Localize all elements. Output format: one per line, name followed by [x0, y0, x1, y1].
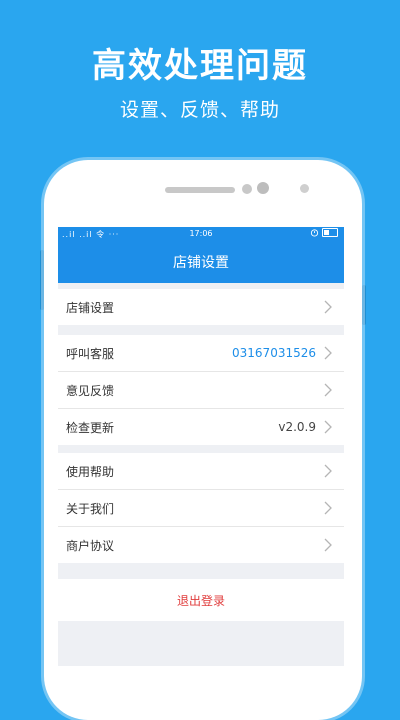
- service-phone-number: 03167031526: [232, 346, 316, 360]
- chevron-right-icon: [324, 538, 332, 552]
- phone-speaker: [165, 187, 235, 193]
- settings-group-info: 使用帮助 关于我们 商户协议: [58, 453, 344, 563]
- status-time: 17:06: [189, 229, 213, 238]
- version-value: v2.0.9: [278, 420, 316, 434]
- row-label: 店铺设置: [66, 300, 115, 315]
- row-label: 意见反馈: [66, 383, 115, 398]
- status-right: [310, 228, 338, 237]
- row-label: 关于我们: [66, 501, 115, 516]
- row-feedback[interactable]: 意见反馈: [58, 371, 344, 408]
- row-label: 检查更新: [66, 420, 115, 435]
- row-call-service[interactable]: 呼叫客服 03167031526: [58, 335, 344, 371]
- logout-label: 退出登录: [176, 593, 225, 608]
- chevron-right-icon: [324, 420, 332, 434]
- phone-camera-dot: [242, 184, 252, 194]
- row-merchant-agreement[interactable]: 商户协议: [58, 526, 344, 563]
- promo-title: 高效处理问题: [92, 46, 308, 86]
- row-usage-help[interactable]: 使用帮助: [58, 453, 344, 489]
- chevron-right-icon: [324, 346, 332, 360]
- promo-subtitle: 设置、反馈、帮助: [119, 99, 280, 121]
- settings-group-store: 店铺设置: [58, 289, 344, 325]
- page-title: 店铺设置: [173, 255, 229, 271]
- row-check-update[interactable]: 检查更新 v2.0.9: [58, 408, 344, 445]
- alarm-icon: [311, 229, 319, 237]
- app-screen: ..il ..il 令 ··· 17:06 店铺设置 店铺设置 呼叫客服 031…: [58, 227, 344, 666]
- phone-sensor: [300, 184, 309, 193]
- chevron-right-icon: [324, 383, 332, 397]
- status-bar: ..il ..il 令 ··· 17:06: [58, 227, 344, 241]
- chevron-right-icon: [324, 300, 332, 314]
- chevron-right-icon: [324, 464, 332, 478]
- settings-group-support: 呼叫客服 03167031526 意见反馈 检查更新 v2.0.9: [58, 335, 344, 445]
- row-label: 呼叫客服: [66, 346, 115, 361]
- battery-icon: [322, 228, 338, 237]
- phone-side-button-right: [362, 285, 366, 325]
- row-label: 使用帮助: [66, 464, 115, 479]
- row-store-settings[interactable]: 店铺设置: [58, 289, 344, 325]
- row-about-us[interactable]: 关于我们: [58, 489, 344, 526]
- logout-button[interactable]: 退出登录: [58, 579, 344, 621]
- row-label: 商户协议: [66, 538, 115, 553]
- phone-camera: [257, 182, 269, 194]
- chevron-right-icon: [324, 501, 332, 515]
- navbar: 店铺设置: [58, 241, 344, 283]
